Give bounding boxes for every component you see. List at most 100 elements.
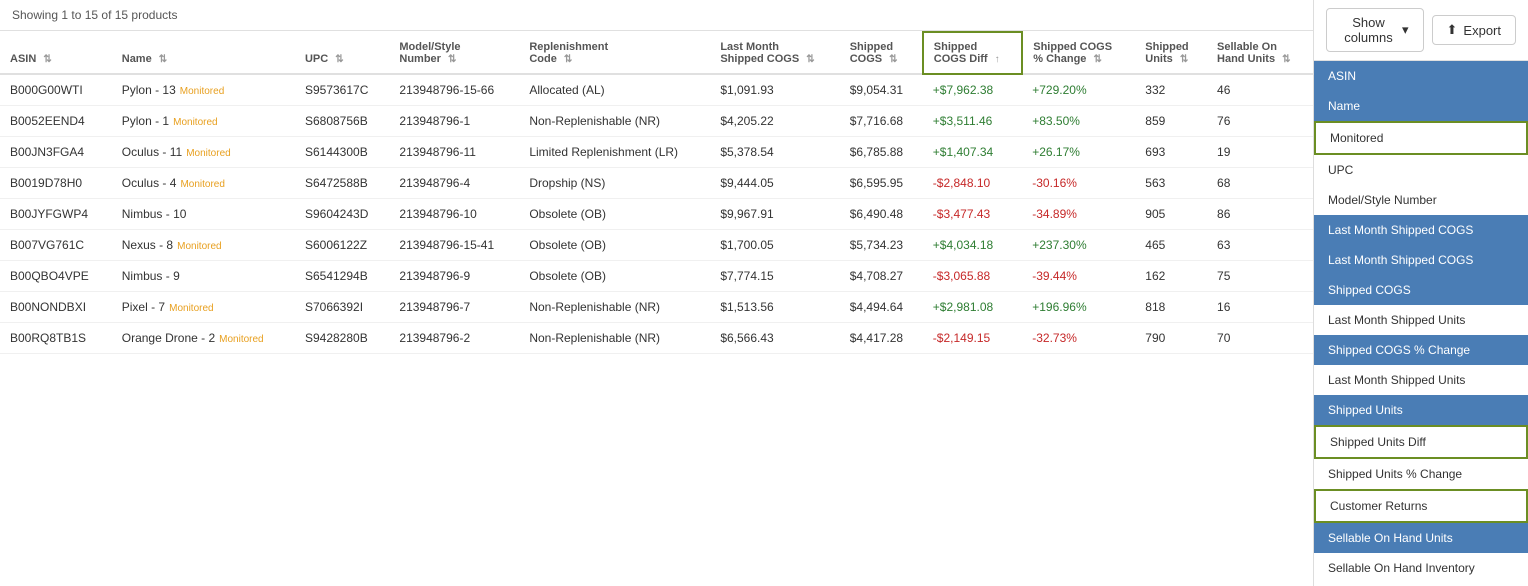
cell-last-month-cogs: $1,091.93 <box>710 74 839 106</box>
table-row: B0019D78H0 Oculus - 4Monitored S6472588B… <box>0 168 1313 199</box>
cell-sellable-on-hand: 70 <box>1207 323 1313 354</box>
cell-model-style: 213948796-4 <box>389 168 519 199</box>
col-name[interactable]: Name ⇅ <box>112 32 295 74</box>
col-shipped-units[interactable]: ShippedUnits ⇅ <box>1135 32 1207 74</box>
cell-shipped-cogs-diff: -$3,065.88 <box>923 261 1022 292</box>
cell-shipped-cogs: $5,734.23 <box>840 230 923 261</box>
col-sellable-on-hand[interactable]: Sellable OnHand Units ⇅ <box>1207 32 1313 74</box>
cell-last-month-cogs: $9,444.05 <box>710 168 839 199</box>
cell-model-style: 213948796-15-66 <box>389 74 519 106</box>
cell-last-month-cogs: $6,566.43 <box>710 323 839 354</box>
dropdown-item[interactable]: Sellable On Hand Inventory <box>1314 553 1528 583</box>
table-row: B00QBO4VPE Nimbus - 9 S6541294B 21394879… <box>0 261 1313 292</box>
dropdown-item[interactable]: Model/Style Number <box>1314 185 1528 215</box>
col-shipped-cogs-diff[interactable]: ShippedCOGS Diff ↑ <box>923 32 1022 74</box>
dropdown-toolbar: Show columns ▾ ⬆ Export <box>1314 0 1528 61</box>
dropdown-item[interactable]: Shipped Units % Change <box>1314 459 1528 489</box>
dropdown-item[interactable]: Shipped Units Diff <box>1314 425 1528 459</box>
chevron-down-icon: ▾ <box>1402 22 1409 38</box>
cell-shipped-units: 818 <box>1135 292 1207 323</box>
cell-sellable-on-hand: 86 <box>1207 199 1313 230</box>
cell-model-style: 213948796-11 <box>389 137 519 168</box>
dropdown-item[interactable]: Sellable On Hand Units <box>1314 523 1528 553</box>
monitored-badge: Monitored <box>169 303 213 314</box>
cell-shipped-cogs: $4,708.27 <box>840 261 923 292</box>
cell-shipped-units: 790 <box>1135 323 1207 354</box>
cell-upc: S6541294B <box>295 261 389 292</box>
dropdown-item[interactable]: Shipped COGS % Change <box>1314 335 1528 365</box>
showing-text: Showing 1 to 15 of 15 products <box>12 8 177 22</box>
cell-model-style: 213948796-10 <box>389 199 519 230</box>
cell-name: Orange Drone - 2Monitored <box>112 323 295 354</box>
cell-shipped-cogs: $9,054.31 <box>840 74 923 106</box>
cell-name: Nexus - 8Monitored <box>112 230 295 261</box>
dropdown-item[interactable]: Last Month Shipped COGS <box>1314 215 1528 245</box>
cell-shipped-cogs-diff: -$2,149.15 <box>923 323 1022 354</box>
cell-shipped-units: 162 <box>1135 261 1207 292</box>
cell-replenishment: Obsolete (OB) <box>519 230 710 261</box>
dropdown-item[interactable]: Customer Returns <box>1314 489 1528 523</box>
col-upc[interactable]: UPC ⇅ <box>295 32 389 74</box>
sort-icon-cogs-change: ⇅ <box>1093 54 1101 65</box>
cell-asin: B000G00WTI <box>0 74 112 106</box>
cell-shipped-cogs: $6,490.48 <box>840 199 923 230</box>
cell-name: Nimbus - 9 <box>112 261 295 292</box>
dropdown-item[interactable]: UPC <box>1314 155 1528 185</box>
sort-icon-asin: ⇅ <box>43 54 51 65</box>
cell-upc: S9428280B <box>295 323 389 354</box>
col-asin[interactable]: ASIN ⇅ <box>0 32 112 74</box>
cell-asin: B007VG761C <box>0 230 112 261</box>
table-row: B00RQ8TB1S Orange Drone - 2Monitored S94… <box>0 323 1313 354</box>
cell-shipped-cogs-change: +26.17% <box>1022 137 1135 168</box>
cell-name: Oculus - 11Monitored <box>112 137 295 168</box>
table-row: B00NONDBXI Pixel - 7Monitored S7066392I … <box>0 292 1313 323</box>
dropdown-item[interactable]: Shipped Units <box>1314 395 1528 425</box>
cell-replenishment: Limited Replenishment (LR) <box>519 137 710 168</box>
cell-last-month-cogs: $1,700.05 <box>710 230 839 261</box>
show-columns-button[interactable]: Show columns ▾ <box>1326 8 1424 52</box>
cell-shipped-cogs-change: +83.50% <box>1022 106 1135 137</box>
show-columns-label: Show columns <box>1341 15 1396 45</box>
cell-shipped-units: 332 <box>1135 74 1207 106</box>
cell-shipped-cogs-change: +237.30% <box>1022 230 1135 261</box>
dropdown-item[interactable]: Shipped COGS <box>1314 275 1528 305</box>
cell-upc: S6006122Z <box>295 230 389 261</box>
monitored-badge: Monitored <box>186 148 230 159</box>
cell-sellable-on-hand: 63 <box>1207 230 1313 261</box>
col-shipped-cogs-change[interactable]: Shipped COGS% Change ⇅ <box>1022 32 1135 74</box>
dropdown-item[interactable]: ASIN <box>1314 61 1528 91</box>
cell-shipped-cogs-diff: +$3,511.46 <box>923 106 1022 137</box>
sort-icon-shipped-cogs: ⇅ <box>889 54 897 65</box>
dropdown-item[interactable]: Monitored <box>1314 121 1528 155</box>
cell-asin: B00NONDBXI <box>0 292 112 323</box>
cell-sellable-on-hand: 46 <box>1207 74 1313 106</box>
products-table: ASIN ⇅ Name ⇅ UPC ⇅ Model/StyleNumber ⇅ … <box>0 31 1313 354</box>
cell-asin: B00JYFGWP4 <box>0 199 112 230</box>
cell-shipped-cogs-change: -39.44% <box>1022 261 1135 292</box>
col-last-month-cogs[interactable]: Last MonthShipped COGS ⇅ <box>710 32 839 74</box>
col-model-style[interactable]: Model/StyleNumber ⇅ <box>389 32 519 74</box>
cell-replenishment: Obsolete (OB) <box>519 261 710 292</box>
sort-icon-name: ⇅ <box>159 54 167 65</box>
cell-upc: S6144300B <box>295 137 389 168</box>
monitored-badge: Monitored <box>177 241 221 252</box>
dropdown-item[interactable]: Last Month Shipped Units <box>1314 305 1528 335</box>
cell-sellable-on-hand: 75 <box>1207 261 1313 292</box>
cell-shipped-cogs-change: -30.16% <box>1022 168 1135 199</box>
col-replenishment[interactable]: ReplenishmentCode ⇅ <box>519 32 710 74</box>
cell-shipped-cogs-change: -34.89% <box>1022 199 1135 230</box>
dropdown-items: ASINNameMonitoredUPCModel/Style NumberLa… <box>1314 61 1528 586</box>
dropdown-item[interactable]: Last Month Shipped COGS <box>1314 245 1528 275</box>
cell-replenishment: Non-Replenishable (NR) <box>519 323 710 354</box>
export-button[interactable]: ⬆ Export <box>1432 15 1516 45</box>
cell-replenishment: Allocated (AL) <box>519 74 710 106</box>
export-label: Export <box>1463 23 1501 38</box>
cell-model-style: 213948796-15-41 <box>389 230 519 261</box>
dropdown-item[interactable]: Name <box>1314 91 1528 121</box>
table-row: B000G00WTI Pylon - 13Monitored S9573617C… <box>0 74 1313 106</box>
col-shipped-cogs[interactable]: ShippedCOGS ⇅ <box>840 32 923 74</box>
column-dropdown-panel: Show columns ▾ ⬆ Export ASINNameMonitore… <box>1313 0 1528 586</box>
dropdown-item[interactable]: Last Month Shipped Units <box>1314 365 1528 395</box>
table-row: B007VG761C Nexus - 8Monitored S6006122Z … <box>0 230 1313 261</box>
cell-upc: S6472588B <box>295 168 389 199</box>
